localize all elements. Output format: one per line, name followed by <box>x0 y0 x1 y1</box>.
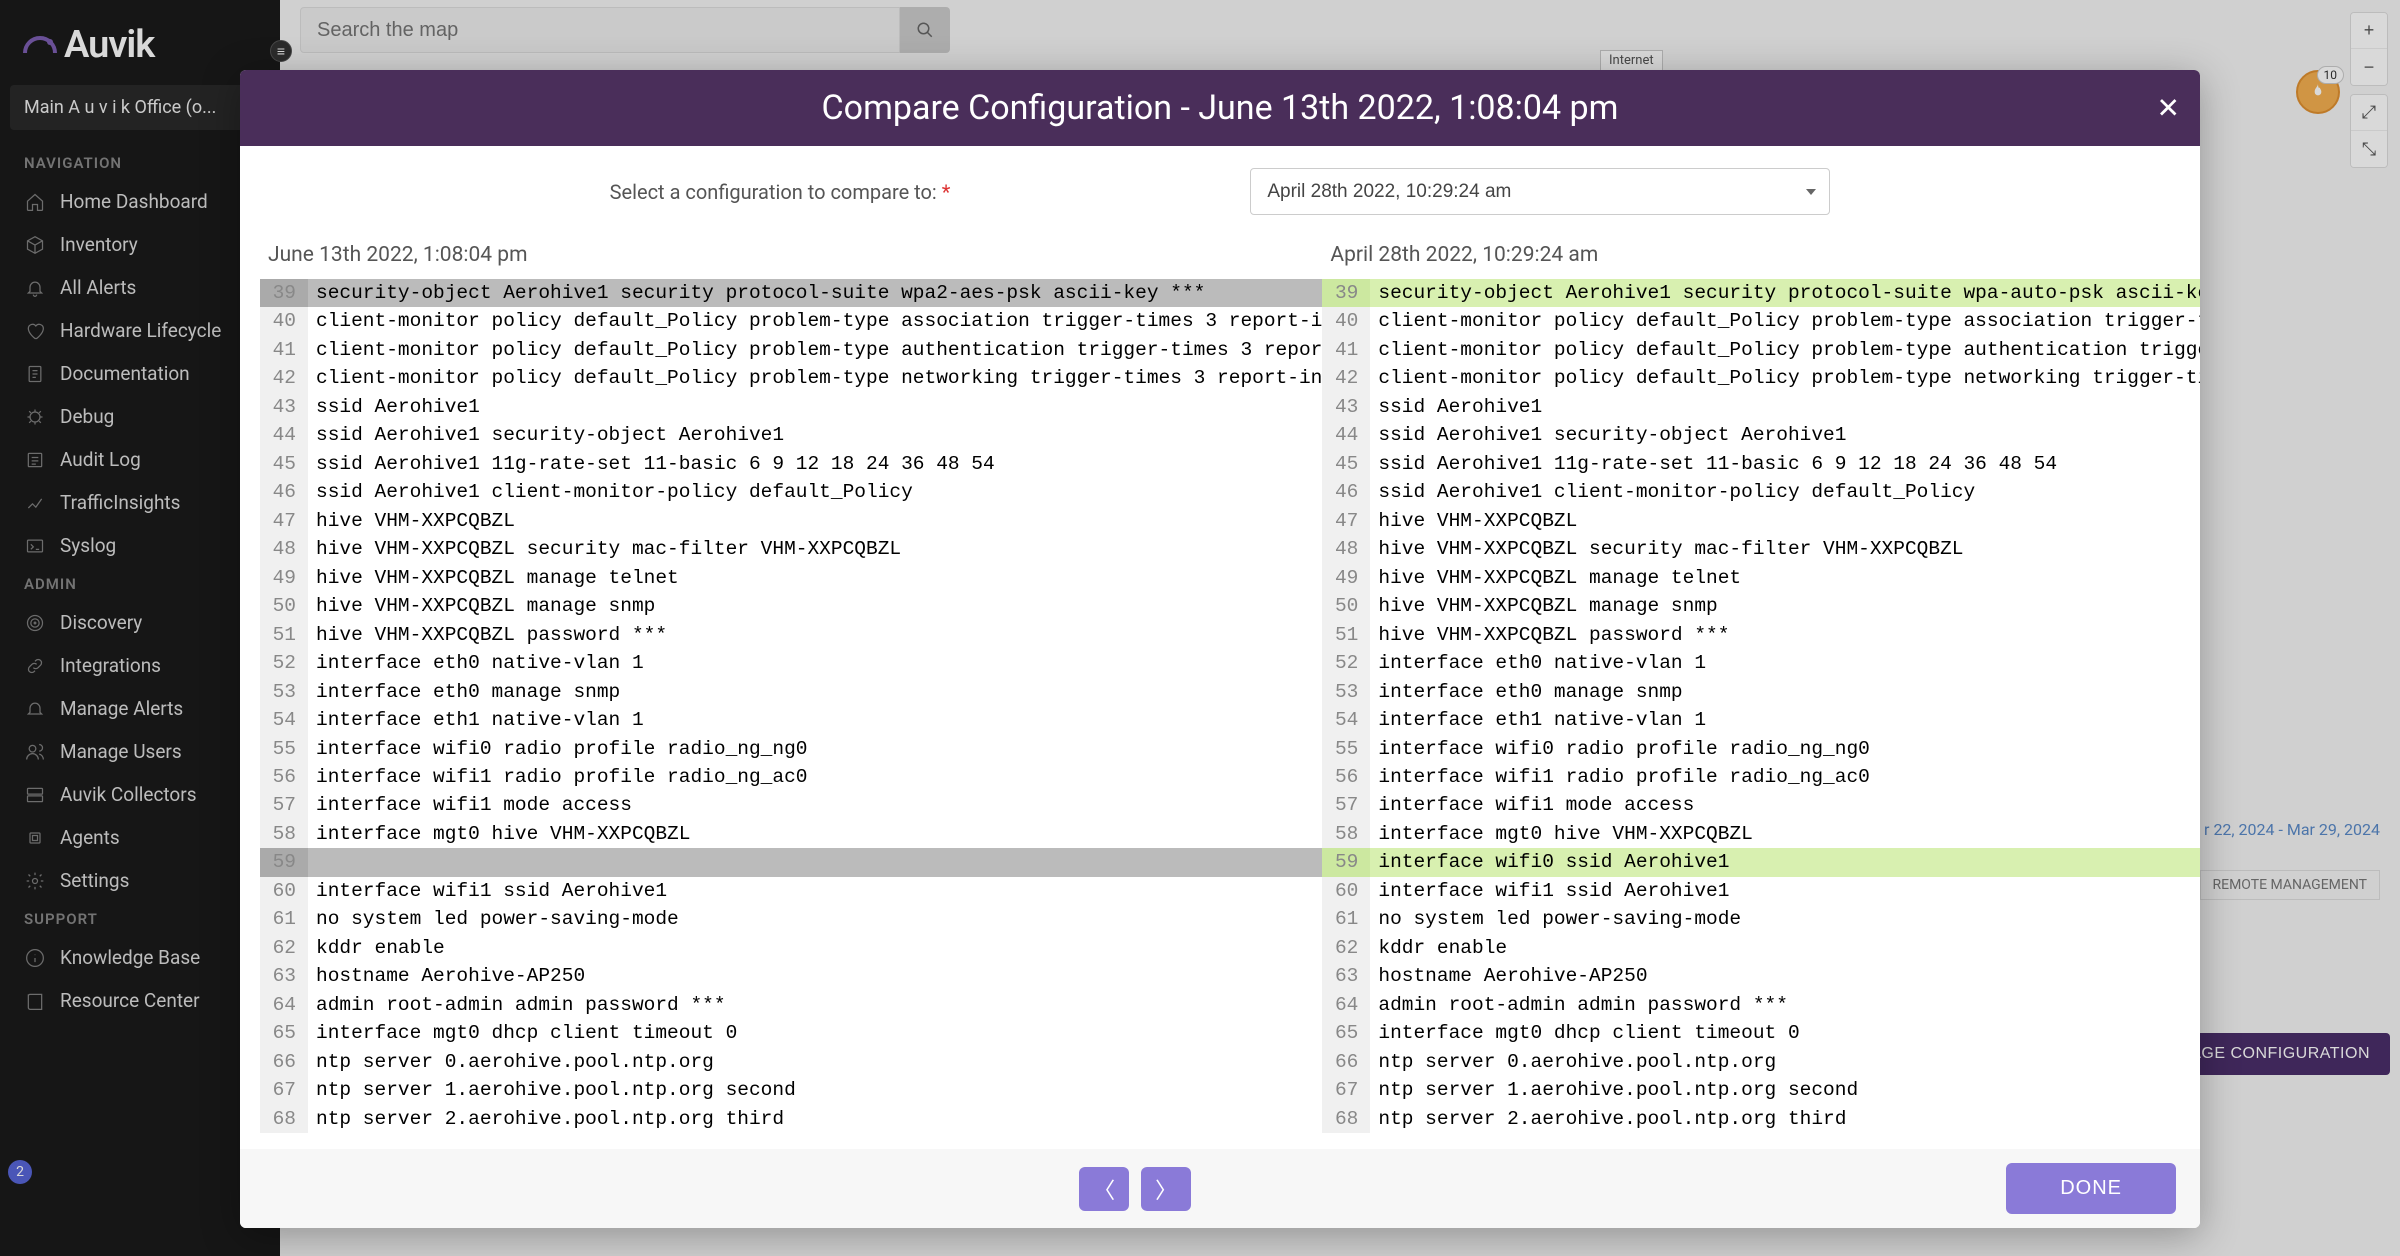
diff-right-code: 39security-object Aerohive1 security pro… <box>1322 279 2200 1133</box>
modal-footer: 〈 〉 DONE <box>240 1149 2200 1228</box>
prev-diff-button[interactable]: 〈 <box>1079 1167 1129 1211</box>
compare-to-select[interactable]: April 28th 2022, 10:29:24 am <box>1250 168 1830 215</box>
compare-select-row: Select a configuration to compare to: * … <box>240 146 2200 237</box>
modal-title: Compare Configuration - June 13th 2022, … <box>822 88 1619 128</box>
diff-left-column: June 13th 2022, 1:08:04 pm 39security-ob… <box>260 237 1322 1133</box>
done-button[interactable]: DONE <box>2006 1163 2176 1214</box>
diff-nav-arrows: 〈 〉 <box>1079 1167 1191 1211</box>
modal-close-button[interactable]: ✕ <box>2157 92 2180 125</box>
diff-left-code: 39security-object Aerohive1 security pro… <box>260 279 1322 1133</box>
diff-left-header: June 13th 2022, 1:08:04 pm <box>260 237 1322 279</box>
diff-right-header: April 28th 2022, 10:29:24 am <box>1322 237 2200 279</box>
select-label: Select a configuration to compare to: * <box>610 180 951 204</box>
diff-right-column: April 28th 2022, 10:29:24 am 39security-… <box>1322 237 2200 1133</box>
diff-grid: June 13th 2022, 1:08:04 pm 39security-ob… <box>240 237 2200 1149</box>
modal-header: Compare Configuration - June 13th 2022, … <box>240 70 2200 146</box>
next-diff-button[interactable]: 〉 <box>1141 1167 1191 1211</box>
compare-configuration-modal: Compare Configuration - June 13th 2022, … <box>240 70 2200 1228</box>
